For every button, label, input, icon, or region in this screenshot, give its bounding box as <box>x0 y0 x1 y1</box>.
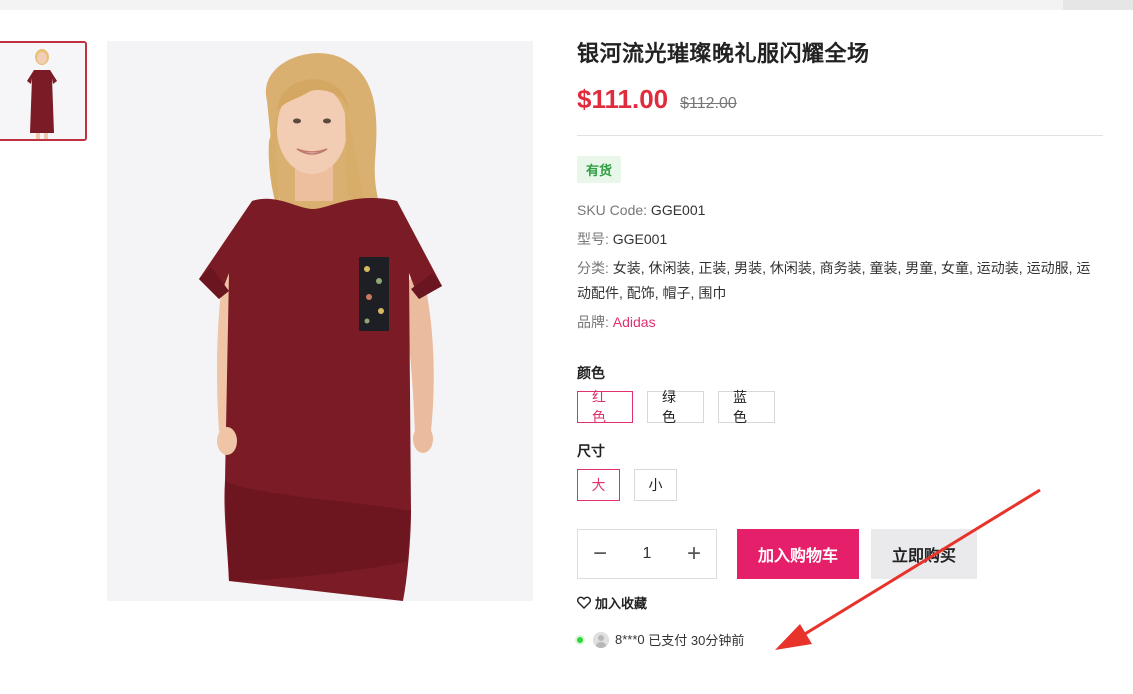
color-option-green[interactable]: 绿色 <box>647 389 704 425</box>
brand-key: 品牌: <box>577 314 609 330</box>
user-avatar-icon <box>593 631 609 648</box>
divider <box>577 135 1103 136</box>
size-option-large[interactable]: 大 <box>577 469 620 501</box>
price-row: $111.00 $112.00 <box>577 84 1103 115</box>
size-option-small[interactable]: 小 <box>634 469 677 501</box>
category-key: 分类: <box>577 260 609 276</box>
size-options: 大 小 <box>577 469 1103 501</box>
product-title: 银河流光璀璨晚礼服闪耀全场 <box>577 41 870 66</box>
sku-row: SKU Code: GGE001 <box>577 198 1103 223</box>
stock-badge: 有货 <box>577 156 622 183</box>
purchase-row: − 1 + 加入购物车 立即购买 <box>577 529 1103 579</box>
model-key: 型号: <box>577 231 609 247</box>
avatar <box>593 631 609 648</box>
sku-key: SKU Code: <box>577 202 648 218</box>
dress-model-photo <box>107 41 533 601</box>
wishlist-label: 加入收藏 <box>595 596 648 611</box>
purchase-action: 已支付 <box>648 633 688 648</box>
add-to-cart-button[interactable]: 加入购物车 <box>737 529 859 579</box>
color-option-blue[interactable]: 蓝色 <box>718 389 775 425</box>
category-value: 女装, 休闲装, 正装, 男装, 休闲装, 商务装, 童装, 男童, 女童, 运… <box>577 260 1091 301</box>
brand-row: 品牌: Adidas <box>577 310 1103 335</box>
buyer-name: 8***0 <box>615 632 645 647</box>
quantity-stepper: − 1 + <box>577 529 717 579</box>
size-label: 尺寸 <box>577 443 605 459</box>
color-option-red[interactable]: 红色 <box>577 389 633 425</box>
model-row: 型号: GGE001 <box>577 227 1103 252</box>
online-status-dot <box>577 636 583 643</box>
color-options: 红色 绿色 蓝色 <box>577 389 1103 425</box>
product-thumbnail[interactable] <box>0 41 87 141</box>
model-value: GGE001 <box>608 231 668 247</box>
product-info-panel: 银河流光璀璨晚礼服闪耀全场 $111.00 $112.00 有货 SKU Cod… <box>577 38 1103 649</box>
add-to-wishlist[interactable]: 加入收藏 <box>577 593 1103 612</box>
category-row: 分类: 女装, 休闲装, 正装, 男装, 休闲装, 商务装, 童装, 男童, 女… <box>577 256 1103 306</box>
purchase-time: 30分钟前 <box>690 633 745 648</box>
thumbnail-image <box>0 43 85 139</box>
color-label: 颜色 <box>577 365 605 381</box>
top-bar-notch <box>1063 0 1133 10</box>
quantity-increase-button[interactable]: + <box>684 542 704 566</box>
brand-link[interactable]: Adidas <box>613 314 656 330</box>
quantity-decrease-button[interactable]: − <box>590 542 610 566</box>
quantity-value[interactable]: 1 <box>643 545 652 563</box>
buy-now-button[interactable]: 立即购买 <box>871 529 977 579</box>
top-bar <box>0 0 1133 10</box>
current-price: $111.00 <box>577 84 669 114</box>
product-main-image[interactable] <box>107 41 533 601</box>
sku-value: GGE001 <box>647 202 706 218</box>
recent-purchase-notice: 8***0 已支付 30分钟前 <box>577 630 1103 649</box>
original-price: $112.00 <box>680 95 737 112</box>
heart-icon <box>577 596 591 609</box>
